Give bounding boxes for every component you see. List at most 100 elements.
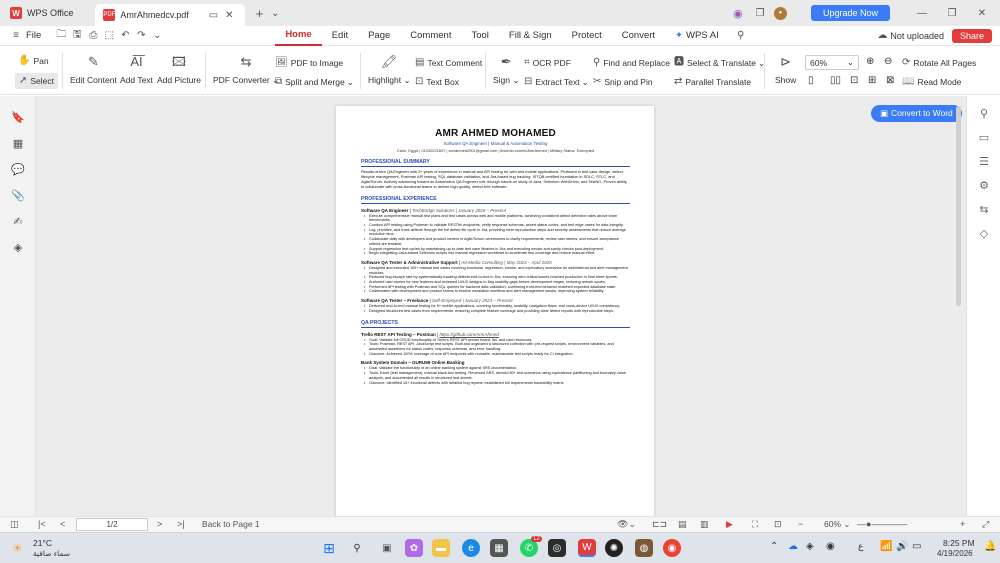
- share-button[interactable]: Share: [951, 28, 992, 43]
- double-page-view-icon[interactable]: ▥: [700, 519, 709, 530]
- tab-tool[interactable]: Tool: [461, 26, 498, 46]
- previous-page-icon[interactable]: <: [60, 519, 65, 529]
- attachment-icon[interactable]: 📎: [11, 188, 25, 202]
- print-icon[interactable]: ⎙: [85, 28, 101, 44]
- single-page-view-icon[interactable]: ▤: [678, 519, 687, 530]
- page-panel-icon[interactable]: ▭: [977, 130, 991, 144]
- search-icon[interactable]: ⚲: [348, 539, 366, 557]
- tray-app-icon[interactable]: ◉: [826, 541, 835, 552]
- open-folder-icon[interactable]: 🗀: [53, 28, 69, 44]
- export-icon[interactable]: ⬚: [101, 28, 117, 44]
- add-text-button[interactable]: A͞I Add Text: [120, 55, 153, 86]
- sidebar-toggle-icon[interactable]: ◫: [10, 519, 19, 530]
- fit-page-icon[interactable]: ⊡: [774, 519, 782, 530]
- zoom-in-icon[interactable]: ⊕: [866, 56, 874, 67]
- tab-page[interactable]: Page: [358, 26, 400, 46]
- translate-panel-icon[interactable]: ⇆: [977, 202, 991, 216]
- parallel-translate-button[interactable]: ⇄ Parallel Translate: [674, 75, 751, 89]
- bookmark-icon[interactable]: 🔖: [11, 110, 25, 124]
- next-page-icon[interactable]: >: [157, 519, 162, 529]
- wifi-icon[interactable]: 📶: [880, 541, 892, 552]
- camera-app-icon[interactable]: ◎: [548, 539, 566, 557]
- tab-close-icon[interactable]: ✕: [221, 7, 237, 23]
- avatar[interactable]: ●: [773, 6, 787, 20]
- zoom-in-icon[interactable]: +: [960, 519, 965, 529]
- select-tool[interactable]: ➚ Select: [15, 73, 59, 89]
- fit-width-icon[interactable]: ⊡: [850, 75, 858, 86]
- onedrive-icon[interactable]: ☁: [788, 541, 798, 552]
- ocr-pdf-button[interactable]: ⌗ OCR PDF: [524, 56, 571, 70]
- eye-view-icon[interactable]: 👁⌄: [617, 519, 636, 530]
- first-page-icon[interactable]: |<: [38, 519, 46, 529]
- search-icon[interactable]: ⚲: [733, 28, 749, 44]
- rotate-all-button[interactable]: ⟳ Rotate All Pages: [902, 56, 976, 70]
- new-tab-icon[interactable]: +: [251, 5, 267, 21]
- back-to-page-link[interactable]: Back to Page 1: [202, 519, 260, 529]
- tab-comment[interactable]: Comment: [400, 26, 461, 46]
- tray-app-icon[interactable]: ◈: [806, 541, 814, 552]
- zoom-slider[interactable]: —●————: [857, 519, 907, 529]
- layers-icon[interactable]: ◈: [11, 240, 25, 254]
- single-page-icon[interactable]: ▯: [808, 75, 814, 86]
- text-box-button[interactable]: ⊡ Text Box: [415, 75, 459, 89]
- tab-protect[interactable]: Protect: [562, 26, 612, 46]
- edit-content-button[interactable]: ✎ Edit Content: [70, 55, 117, 86]
- tab-edit[interactable]: Edit: [322, 26, 358, 46]
- volume-icon[interactable]: 🔊: [896, 541, 908, 552]
- notifications-bell-icon[interactable]: 🔔: [984, 541, 996, 552]
- snip-pin-button[interactable]: ✂ Snip and Pin: [593, 75, 653, 89]
- expand-icon[interactable]: ⤢: [982, 519, 989, 530]
- properties-icon[interactable]: ☰: [977, 154, 991, 168]
- shapes-icon[interactable]: ◇: [977, 226, 991, 240]
- split-merge-button[interactable]: ⧉ Split and Merge ⌄: [275, 75, 354, 89]
- extract-text-button[interactable]: ⊟ Extract Text ⌄: [524, 75, 589, 89]
- quick-access-chevron-icon[interactable]: ⌄: [149, 28, 165, 44]
- pdf-to-image-button[interactable]: 🖼 PDF to Image: [275, 56, 343, 70]
- thumbnails-icon[interactable]: ▦: [11, 136, 25, 150]
- fullscreen-icon[interactable]: ⛶: [752, 519, 758, 530]
- clock-date[interactable]: 4/19/2026: [937, 549, 973, 558]
- find-replace-button[interactable]: ⚲ Find and Replace: [593, 56, 670, 70]
- signature-icon[interactable]: ✍: [11, 214, 25, 228]
- comments-icon[interactable]: 💬: [11, 162, 25, 176]
- hamburger-menu-icon[interactable]: ≡: [8, 28, 24, 44]
- sign-button[interactable]: ✒ Sign ⌄: [493, 55, 520, 86]
- redo-icon[interactable]: ↷: [133, 28, 149, 44]
- pdf-page[interactable]: AMR AHMED MOHAMED Software QA Engineer |…: [336, 106, 654, 516]
- pdf-converter-button[interactable]: ⇆ PDF Converter ⌄: [213, 55, 279, 86]
- save-icon[interactable]: 🖫: [69, 28, 85, 44]
- tab-convert[interactable]: Convert: [612, 26, 665, 46]
- upgrade-now-button[interactable]: Upgrade Now: [810, 5, 890, 21]
- clock-time[interactable]: 8:25 PM: [943, 538, 975, 548]
- highlight-button[interactable]: 🖍 Highlight ⌄: [368, 55, 411, 86]
- wps-taskbar-icon[interactable]: W: [578, 539, 596, 557]
- page-number-input[interactable]: 1/2: [76, 518, 148, 531]
- undo-icon[interactable]: ↶: [117, 28, 133, 44]
- copilot-icon[interactable]: ✿: [405, 539, 423, 557]
- window-layout-icon[interactable]: ❐: [752, 5, 768, 21]
- search-icon[interactable]: ⚲: [977, 106, 991, 120]
- vertical-scrollbar[interactable]: [956, 106, 961, 306]
- doc-tab[interactable]: PDF AmrAhmedcv.pdf ▭ ✕: [95, 4, 246, 26]
- weather-desc[interactable]: سماء صافية: [33, 549, 70, 558]
- text-comment-button[interactable]: ▤ Text Comment: [415, 56, 482, 70]
- not-uploaded-status[interactable]: Not uploaded: [890, 31, 944, 41]
- windows-start-icon[interactable]: ⊞: [320, 539, 338, 557]
- tab-restore-icon[interactable]: ▭: [205, 7, 221, 23]
- show-button[interactable]: ⊳ Show: [775, 55, 796, 86]
- zoom-level[interactable]: 60% ⌄: [824, 519, 851, 530]
- tab-wps-ai[interactable]: ✦ WPS AI: [665, 26, 729, 46]
- document-canvas[interactable]: AMR AHMED MOHAMED Software QA Engineer |…: [36, 96, 966, 516]
- tab-home[interactable]: Home: [275, 26, 322, 46]
- actual-size-icon[interactable]: ⊠: [886, 75, 894, 86]
- language-indicator[interactable]: ع: [858, 541, 863, 552]
- app-icon[interactable]: ◍: [635, 539, 653, 557]
- zoom-out-icon[interactable]: ⊖: [884, 56, 892, 67]
- zoom-select[interactable]: 60% ⌄: [805, 55, 859, 70]
- file-explorer-icon[interactable]: ▬: [432, 539, 450, 557]
- fit-width-icon[interactable]: ⊏⊐: [652, 519, 667, 530]
- file-menu[interactable]: File: [26, 30, 41, 41]
- close-window-icon[interactable]: ✕: [974, 5, 990, 21]
- chrome-icon[interactable]: ◉: [663, 539, 681, 557]
- edge-browser-icon[interactable]: e: [462, 539, 480, 557]
